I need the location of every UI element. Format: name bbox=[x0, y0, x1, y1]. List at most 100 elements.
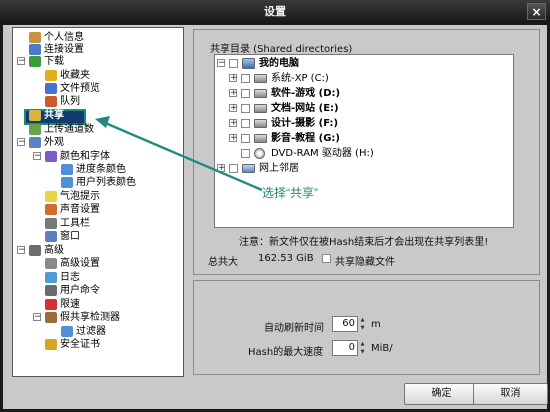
tree-item-label: 安全证书 bbox=[60, 339, 100, 350]
expand-toggle-icon[interactable]: − bbox=[17, 246, 26, 255]
tree-item[interactable]: 文件预览 bbox=[13, 82, 183, 95]
appearance-icon bbox=[29, 137, 41, 148]
expand-toggle-icon[interactable]: − bbox=[33, 313, 42, 322]
expand-toggle-icon[interactable]: + bbox=[229, 89, 238, 98]
filter-icon bbox=[61, 326, 73, 337]
tree-item[interactable]: 限速 bbox=[13, 298, 183, 311]
network-icon bbox=[242, 164, 255, 173]
tree-item[interactable]: 共享 bbox=[13, 109, 183, 122]
share-checkbox[interactable] bbox=[241, 134, 250, 143]
settings-tree[interactable]: 个人信息 连接设置 − 下载 收藏夹 文件预览 队列 共享 上传通道数 − 外观 − 颜色和字体 进度条颜… bbox=[12, 27, 184, 377]
directory-item[interactable]: DVD-RAM 驱动器 (H:) bbox=[215, 147, 511, 160]
share-hidden-checkbox[interactable] bbox=[322, 254, 331, 263]
directory-item[interactable]: + 系统-XP (C:) bbox=[215, 72, 511, 85]
dvd-icon bbox=[254, 148, 265, 159]
directory-item[interactable]: + 网上邻居 bbox=[215, 162, 511, 175]
userlist-colors-icon bbox=[61, 177, 73, 188]
tree-item-label: 高级 bbox=[44, 245, 64, 256]
directory-item[interactable]: − 我的电脑 bbox=[215, 57, 511, 70]
tree-item-label: 窗口 bbox=[60, 231, 80, 242]
progress-colors-icon bbox=[61, 164, 73, 175]
favorites-icon bbox=[45, 70, 57, 81]
expand-toggle-icon[interactable]: − bbox=[33, 152, 42, 161]
tree-item-label: 假共享检测器 bbox=[60, 312, 120, 323]
directory-item[interactable]: + 文档-网站 (E:) bbox=[215, 102, 511, 115]
tree-item[interactable]: − 外观 bbox=[13, 136, 183, 149]
share-checkbox[interactable] bbox=[241, 104, 250, 113]
tree-item[interactable]: − 颜色和字体 bbox=[13, 150, 183, 163]
share-checkbox[interactable] bbox=[229, 59, 238, 68]
tree-item[interactable]: − 下载 bbox=[13, 55, 183, 68]
close-button[interactable]: × bbox=[527, 3, 546, 20]
tree-item[interactable]: 过滤器 bbox=[13, 325, 183, 338]
tree-item[interactable]: 用户列表颜色 bbox=[13, 176, 183, 189]
hash-speed-label: Hash的最大速度 bbox=[248, 347, 324, 358]
tree-item[interactable]: 用户命令 bbox=[13, 284, 183, 297]
share-checkbox[interactable] bbox=[241, 119, 250, 128]
cancel-button[interactable]: 取消 bbox=[473, 383, 548, 405]
tree-item-label: 用户列表颜色 bbox=[76, 177, 136, 188]
tree-item-label: 声音设置 bbox=[60, 204, 100, 215]
tree-item[interactable]: 日志 bbox=[13, 271, 183, 284]
tree-item[interactable]: 声音设置 bbox=[13, 203, 183, 216]
directory-tree[interactable]: − 我的电脑 + 系统-XP (C:) + 软件-游戏 (D:) + 文档-网站 (E:) + 设… bbox=[214, 54, 514, 228]
sound-icon bbox=[45, 204, 57, 215]
expand-toggle-icon[interactable]: + bbox=[229, 134, 238, 143]
tree-item[interactable]: 进度条颜色 bbox=[13, 163, 183, 176]
tree-item-label: 下载 bbox=[44, 56, 64, 67]
tree-item-label: 气泡提示 bbox=[60, 191, 100, 202]
tree-item[interactable]: 高级设置 bbox=[13, 257, 183, 270]
share-checkbox[interactable] bbox=[229, 164, 238, 173]
tree-item-label: 进度条颜色 bbox=[76, 164, 126, 175]
tree-item-label: 工具栏 bbox=[60, 218, 90, 229]
drive-icon bbox=[254, 74, 267, 83]
title-bar: 设置 × bbox=[0, 0, 550, 24]
tree-item[interactable]: 收藏夹 bbox=[13, 69, 183, 82]
directory-label: 设计-摄影 (F:) bbox=[271, 118, 339, 129]
directory-item[interactable]: + 软件-游戏 (D:) bbox=[215, 87, 511, 100]
expand-toggle-icon[interactable]: − bbox=[17, 57, 26, 66]
expand-toggle-icon[interactable]: + bbox=[229, 74, 238, 83]
tree-item-label: 队列 bbox=[60, 96, 80, 107]
hash-speed-input[interactable]: 0 bbox=[332, 340, 358, 356]
auto-refresh-input[interactable]: 60 bbox=[332, 316, 358, 332]
window-icon bbox=[45, 231, 57, 242]
queue-icon bbox=[45, 96, 57, 107]
expand-toggle-icon[interactable]: + bbox=[217, 164, 226, 173]
expand-toggle-icon[interactable]: − bbox=[17, 138, 26, 147]
user-commands-icon bbox=[45, 285, 57, 296]
directory-label: 文档-网站 (E:) bbox=[271, 103, 339, 114]
auto-refresh-stepper[interactable]: ▲ ▼ bbox=[359, 316, 366, 332]
tree-item[interactable]: 工具栏 bbox=[13, 217, 183, 230]
tree-item[interactable]: − 假共享检测器 bbox=[13, 311, 183, 324]
expand-toggle-icon[interactable]: + bbox=[229, 119, 238, 128]
total-size-label: 总共大 bbox=[208, 257, 238, 268]
hash-speed-stepper[interactable]: ▲ ▼ bbox=[359, 340, 366, 356]
tree-item[interactable]: 安全证书 bbox=[13, 338, 183, 351]
tree-item-label: 过滤器 bbox=[76, 326, 106, 337]
tree-item[interactable]: − 高级 bbox=[13, 244, 183, 257]
download-icon bbox=[29, 56, 41, 67]
connection-icon bbox=[29, 44, 41, 55]
tree-item[interactable]: 队列 bbox=[13, 95, 183, 108]
share-checkbox[interactable] bbox=[241, 149, 250, 158]
advanced-icon bbox=[29, 245, 41, 256]
limit-icon bbox=[45, 299, 57, 310]
expand-toggle-icon[interactable]: − bbox=[217, 59, 226, 68]
tree-item-label: 共享 bbox=[44, 110, 64, 121]
tree-item[interactable]: 上传通道数 bbox=[13, 123, 183, 136]
share-checkbox[interactable] bbox=[241, 89, 250, 98]
drive-icon bbox=[254, 89, 267, 98]
auto-refresh-unit: m bbox=[371, 319, 381, 330]
directory-label: 网上邻居 bbox=[259, 163, 299, 174]
tree-item[interactable]: 窗口 bbox=[13, 230, 183, 243]
share-checkbox[interactable] bbox=[241, 74, 250, 83]
expand-toggle-icon[interactable]: + bbox=[229, 104, 238, 113]
tree-item-label: 上传通道数 bbox=[44, 124, 94, 135]
note-text: 注意：新文件仅在被Hash结束后才会出现在共享列表里! bbox=[239, 237, 489, 248]
ok-button[interactable]: 确定 bbox=[404, 383, 479, 405]
tree-item-label: 用户命令 bbox=[60, 285, 100, 296]
tree-item[interactable]: 气泡提示 bbox=[13, 190, 183, 203]
directory-item[interactable]: + 设计-摄影 (F:) bbox=[215, 117, 511, 130]
directory-item[interactable]: + 影音-教程 (G:) bbox=[215, 132, 511, 145]
